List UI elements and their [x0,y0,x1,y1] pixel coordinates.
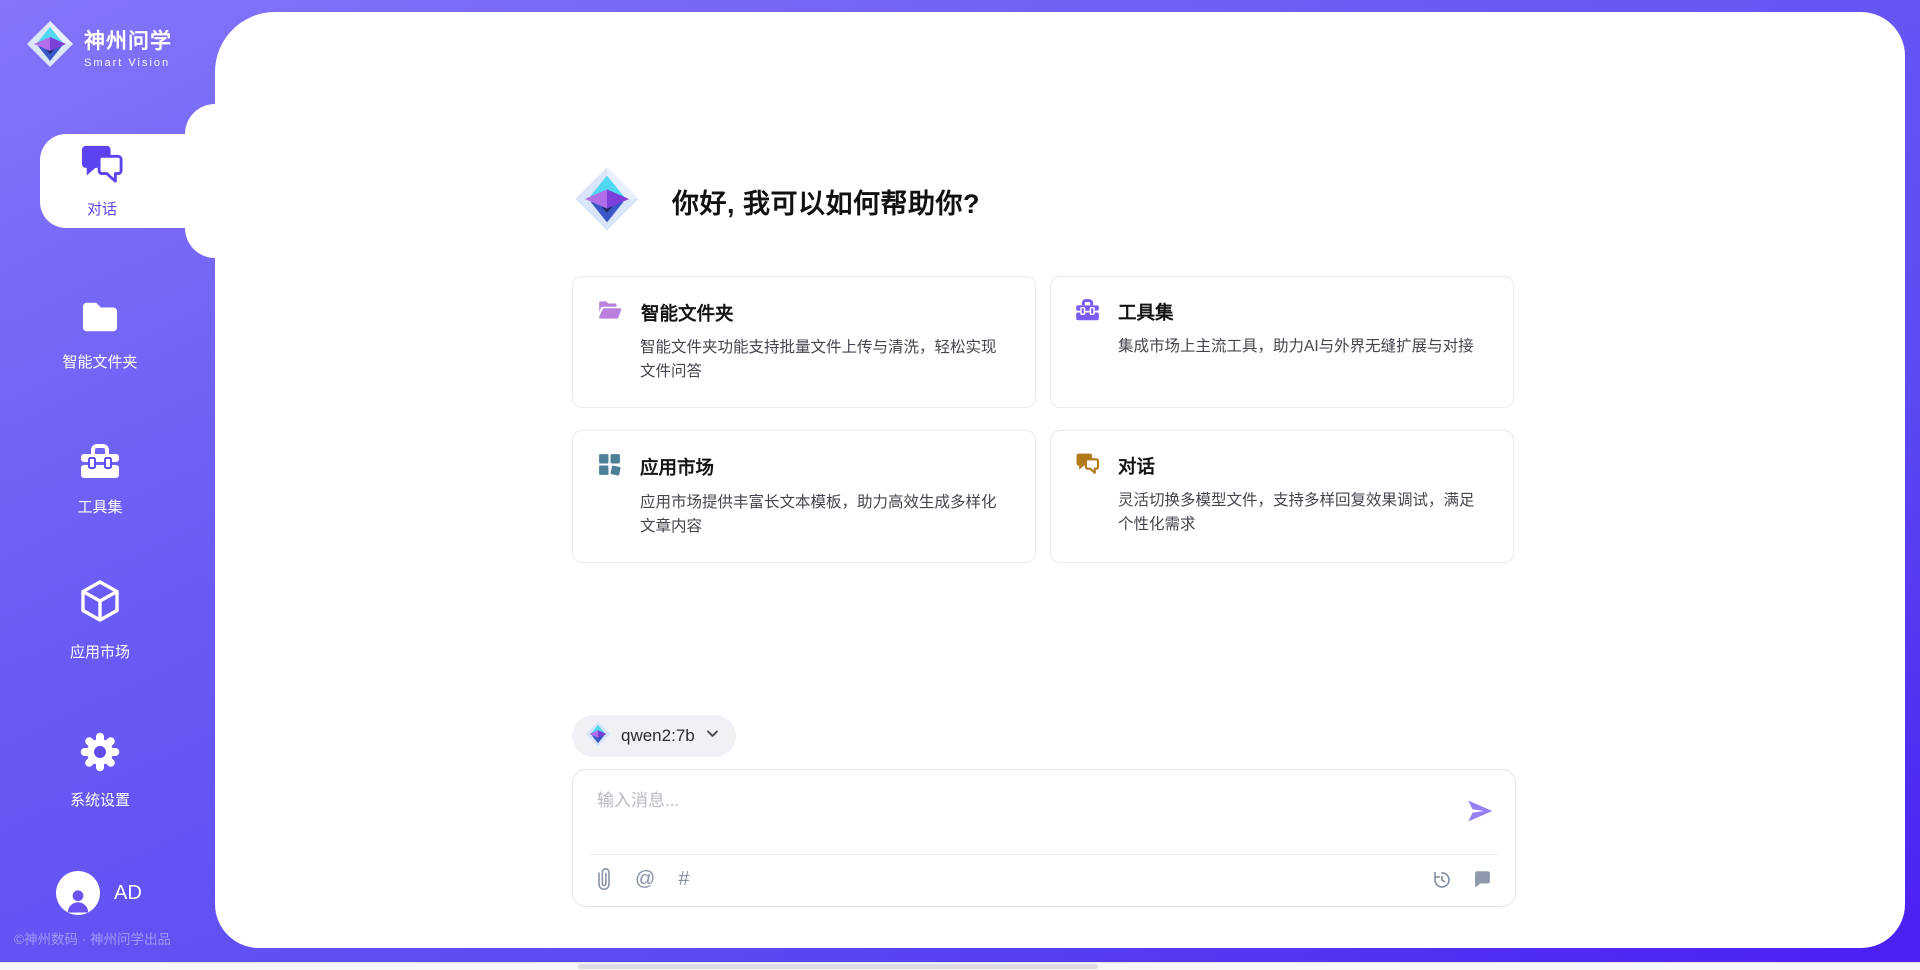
gear-icon [79,731,121,778]
card-chat[interactable]: 对话 灵活切换多模型文件，支持多样回复效果调试，满足个性化需求 [1050,430,1514,563]
card-title: 应用市场 [640,454,714,480]
cube-icon [78,579,122,630]
card-description: 智能文件夹功能支持批量文件上传与清洗，轻松实现文件问答 [640,336,1011,385]
sidebar-item-label: 对话 [87,198,117,219]
tab-fillet-bottom [185,228,215,258]
model-selector[interactable]: qwen2:7b [572,715,736,757]
sidebar-item-chat[interactable]: 对话 [40,134,240,228]
diamond-logo-icon [585,721,611,752]
user-initials: AD [114,882,142,905]
brand-logo: 神州问学 Smart Vision [26,20,172,73]
folder-icon [79,299,121,340]
sidebar-item-label: 工具集 [77,496,122,517]
card-app-market[interactable]: 应用市场 应用市场提供丰富长文本模板，助力高效生成多样化文章内容 [572,430,1036,563]
sidebar-item-folder[interactable]: 智能文件夹 [0,299,200,372]
paperclip-icon[interactable] [596,867,612,891]
card-description: 灵活切换多模型文件，支持多样回复效果调试，满足个性化需求 [1118,489,1489,538]
tab-fillet-top [185,104,215,134]
brand-subtitle: Smart Vision [84,57,172,69]
history-icon[interactable] [1431,869,1452,890]
feature-cards: 智能文件夹 智能文件夹功能支持批量文件上传与清洗，轻松实现文件问答 工具集 集成… [572,276,1516,563]
diamond-logo-icon [26,20,74,73]
card-title: 对话 [1118,453,1155,479]
card-toolset[interactable]: 工具集 集成市场上主流工具，助力AI与外界无缝扩展与对接 [1050,276,1514,408]
sidebar-item-label: 应用市场 [70,641,130,662]
card-description: 应用市场提供丰富长文本模板，助力高效生成多样化文章内容 [640,491,1011,540]
user-profile[interactable]: AD [56,871,142,915]
message-input[interactable] [595,784,1439,846]
hash-icon[interactable]: # [678,869,689,889]
app-window: 神州问学 Smart Vision 对话 智能文件夹 [0,0,1920,970]
grid-icon [597,452,622,482]
sidebar-item-tools[interactable]: 工具集 [0,442,200,517]
chat-bubbles-icon [1075,452,1100,480]
mention-icon[interactable]: @ [635,869,655,889]
avatar [56,871,100,915]
horizontal-scrollbar[interactable] [0,962,1920,970]
briefcase-icon [79,442,121,485]
send-icon[interactable] [1465,796,1495,826]
sidebar-item-market[interactable]: 应用市场 [0,579,200,662]
briefcase-icon [1075,298,1100,326]
folder-open-icon [597,298,623,327]
sidebar-item-label: 智能文件夹 [62,351,137,372]
brand-name: 神州问学 [84,25,172,55]
greeting-block: 你好, 我可以如何帮助你? [574,166,980,237]
scrollbar-thumb[interactable] [578,964,1098,969]
chat-bubbles-icon [79,143,125,190]
model-name: qwen2:7b [621,726,695,746]
chat-bubble-icon[interactable] [1472,869,1493,890]
message-composer: @ # [572,769,1516,907]
copyright-text: ©神州数码 · 神州问学出品 [14,928,171,948]
card-title: 智能文件夹 [641,300,734,326]
card-smart-folder[interactable]: 智能文件夹 智能文件夹功能支持批量文件上传与清洗，轻松实现文件问答 [572,276,1036,408]
diamond-logo-icon [574,166,640,237]
card-title: 工具集 [1118,299,1174,325]
chevron-down-icon [705,726,720,746]
card-description: 集成市场上主流工具，助力AI与外界无缝扩展与对接 [1118,335,1489,359]
sidebar-item-label: 系统设置 [70,789,130,810]
sidebar-item-settings[interactable]: 系统设置 [0,731,200,810]
greeting-title: 你好, 我可以如何帮助你? [672,182,980,221]
composer-divider [589,854,1499,855]
